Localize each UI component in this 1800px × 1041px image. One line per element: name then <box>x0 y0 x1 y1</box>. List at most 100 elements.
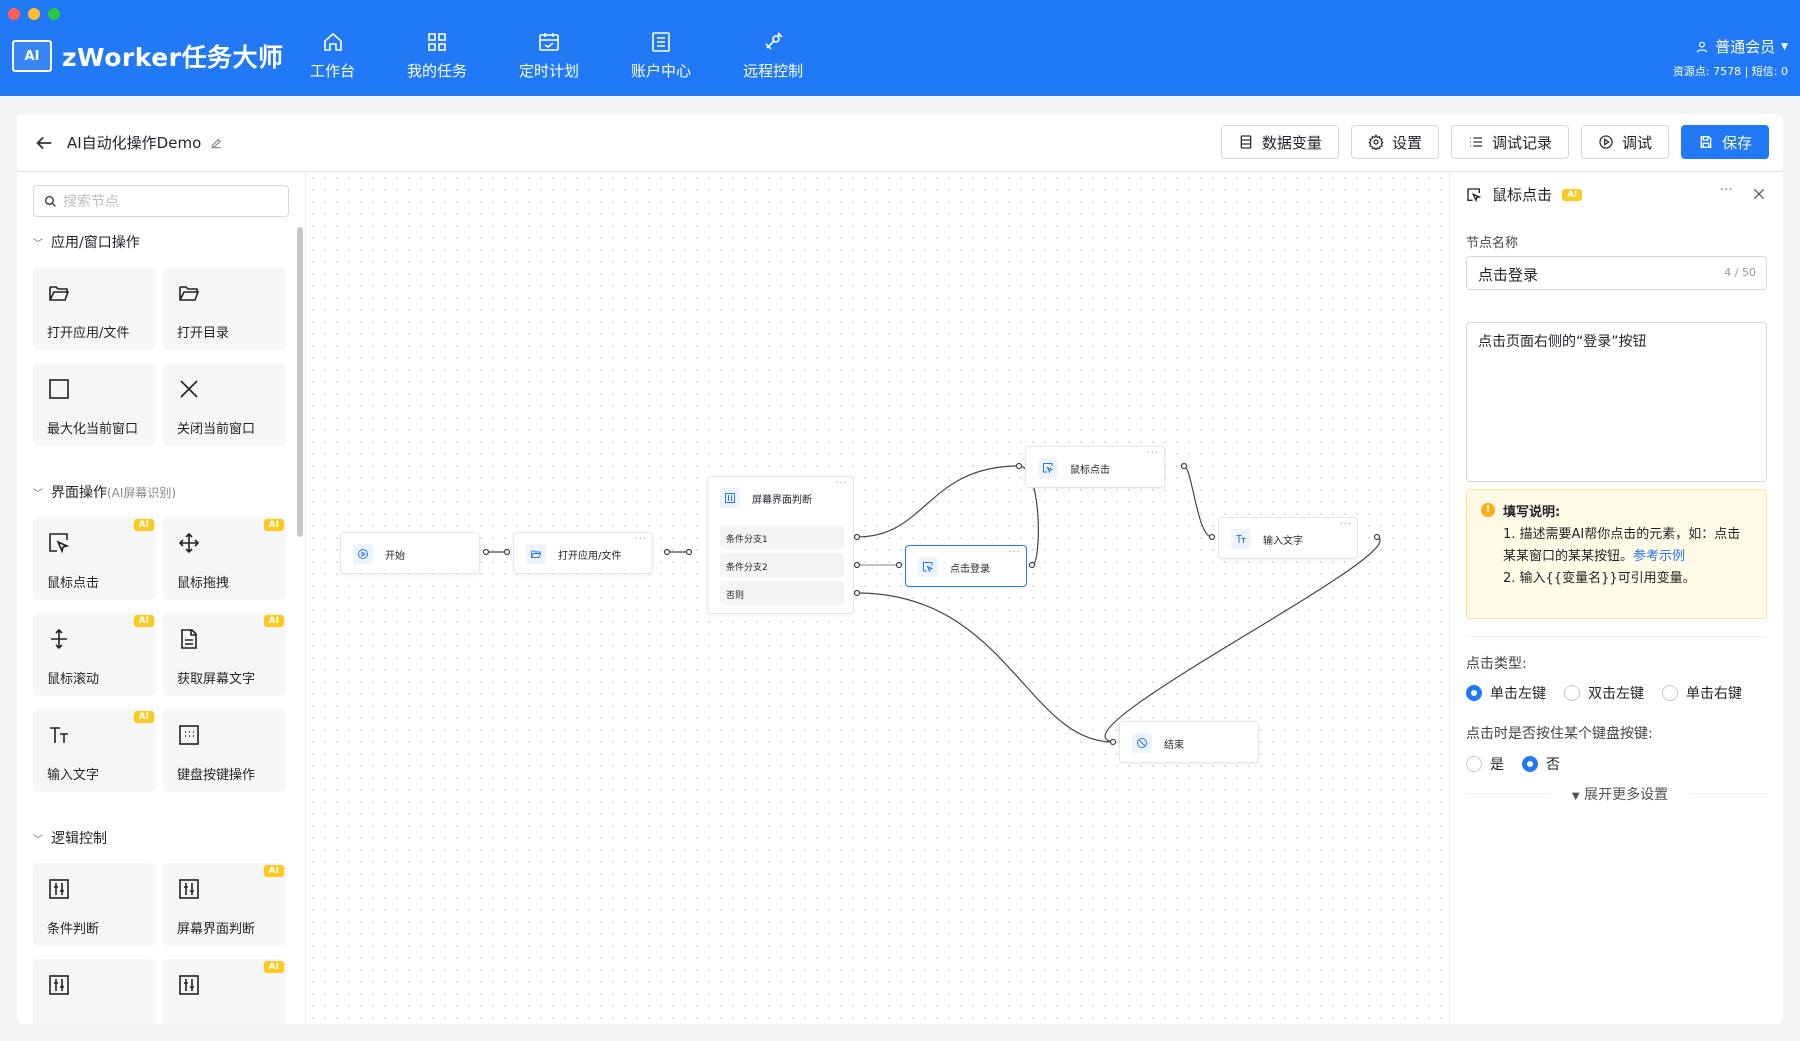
editor-window: AI自动化操作Demo 数据变量 设置 调试记录 调试 保存 搜索节点 ﹀ 应用… <box>17 114 1783 1024</box>
card-label: 最大化当前窗口 <box>47 422 139 437</box>
list-icon <box>1469 137 1482 147</box>
app-logo[interactable]: AI zWorker任务大师 <box>12 38 283 74</box>
settings-button[interactable]: 设置 <box>1350 125 1439 159</box>
home-icon <box>323 32 342 51</box>
flow-node-open-app[interactable]: 打开应用/文件 ··· <box>513 532 653 574</box>
flow-canvas[interactable]: 开始 打开应用/文件 ··· 屏幕界面判断 ··· 条件分支1 条件分支2 否则… <box>307 172 1449 1024</box>
card-label: 鼠标拖拽 <box>177 576 230 591</box>
node-card-keyboard[interactable]: 键盘按键操作 <box>163 709 286 792</box>
flow-node-click-login[interactable]: 点击登录 ··· <box>905 545 1027 587</box>
list-icon <box>652 32 670 52</box>
close-icon[interactable] <box>1751 186 1767 202</box>
node-card-logic-4[interactable]: AI <box>163 959 286 1024</box>
branch-condition-1[interactable]: 条件分支1 <box>720 525 844 549</box>
radio-double-left[interactable]: 双击左键 <box>1564 683 1644 703</box>
branch-else[interactable]: 否则 <box>720 581 844 605</box>
branch-condition-2[interactable]: 条件分支2 <box>720 553 844 577</box>
flow-node-mouse-click[interactable]: 鼠标点击 ··· <box>1025 446 1165 488</box>
save-button[interactable]: 保存 <box>1680 125 1769 159</box>
node-card-open-app[interactable]: 打开应用/文件 <box>33 267 156 350</box>
palette-scrollbar[interactable] <box>297 227 303 537</box>
folder-open-icon <box>179 286 200 301</box>
ai-badge: AI <box>133 519 154 531</box>
flow-node-end[interactable]: 结束 <box>1119 721 1259 763</box>
back-arrow-icon[interactable] <box>33 132 55 154</box>
nav-item-my-tasks[interactable]: 我的任务 <box>407 30 467 81</box>
radio-label: 单击左键 <box>1490 686 1546 702</box>
ai-badge: AI <box>263 865 284 877</box>
node-more-button[interactable]: ··· <box>634 534 647 545</box>
radio-no[interactable]: 否 <box>1522 754 1560 774</box>
keyboard-icon <box>179 725 199 745</box>
expand-more-settings[interactable]: ▼ 展开更多设置 <box>1550 784 1690 804</box>
nav-item-account[interactable]: 账户中心 <box>631 30 691 81</box>
nav-item-workbench[interactable]: 工作台 <box>310 30 355 81</box>
node-name-input[interactable]: 点击登录 4 / 50 <box>1466 256 1767 290</box>
debug-button[interactable]: 调试 <box>1580 125 1669 159</box>
char-count: 4 / 50 <box>1724 266 1756 279</box>
node-card-open-dir[interactable]: 打开目录 <box>163 267 286 350</box>
node-card-mouse-scroll[interactable]: AI 鼠标滚动 <box>33 613 156 696</box>
section-app-window[interactable]: ﹀ 应用/窗口操作 <box>33 232 140 252</box>
node-more-button[interactable]: ··· <box>1008 547 1021 558</box>
user-name: 普通会员 <box>1715 38 1776 56</box>
flow-node-input-text[interactable]: 输入文字 ··· <box>1218 517 1358 559</box>
node-card-screen-judge[interactable]: AI 屏幕界面判断 <box>163 863 286 946</box>
user-menu[interactable]: 普通会员 ▼ 资源点: 7578 | 短信: 0 <box>1673 36 1788 79</box>
nav-item-schedule[interactable]: 定时计划 <box>519 30 579 81</box>
node-palette: 搜索节点 ﹀ 应用/窗口操作 打开应用/文件 打开目录 最大化当前窗口 关闭当前… <box>17 172 306 1024</box>
close-window-button[interactable] <box>8 8 20 20</box>
sliders-icon <box>179 975 199 995</box>
search-input[interactable]: 搜索节点 <box>33 185 289 217</box>
port <box>853 533 861 541</box>
node-card-maximize-window[interactable]: 最大化当前窗口 <box>33 363 156 446</box>
radio-single-right[interactable]: 单击右键 <box>1662 683 1742 703</box>
node-more-button[interactable]: ··· <box>1339 519 1352 530</box>
cursor-click-icon <box>918 557 938 577</box>
port <box>1180 462 1188 470</box>
section-ui-ops[interactable]: ﹀ 界面操作(AI屏幕识别) <box>33 482 176 502</box>
ai-badge: AI <box>133 711 154 723</box>
description-textarea[interactable]: 点击页面右侧的“登录”按钮 <box>1466 322 1767 482</box>
document-title: AI自动化操作Demo <box>67 134 202 152</box>
radio-single-left[interactable]: 单击左键 <box>1466 683 1546 703</box>
port <box>1028 561 1036 569</box>
panel-more-button[interactable]: ··· <box>1720 182 1733 198</box>
button-label: 设置 <box>1391 133 1422 152</box>
node-card-mouse-click[interactable]: AI 鼠标点击 <box>33 517 156 600</box>
data-variables-button[interactable]: 数据变量 <box>1220 125 1339 159</box>
button-label: 调试 <box>1621 133 1652 152</box>
example-link[interactable]: 参考示例 <box>1633 549 1685 564</box>
node-card-close-window[interactable]: 关闭当前窗口 <box>163 363 286 446</box>
node-more-button[interactable]: ··· <box>835 478 848 489</box>
minimize-window-button[interactable] <box>28 8 40 20</box>
debug-log-button[interactable]: 调试记录 <box>1450 125 1569 159</box>
section-logic[interactable]: ﹀ 逻辑控制 <box>33 828 107 848</box>
folder-open-icon <box>49 286 70 301</box>
node-card-get-screen-text[interactable]: AI 获取屏幕文字 <box>163 613 286 696</box>
scroll-icon <box>51 628 67 650</box>
port <box>663 548 671 556</box>
node-more-button[interactable]: ··· <box>1146 448 1159 459</box>
node-card-logic-3[interactable] <box>33 959 156 1024</box>
node-card-condition[interactable]: 条件判断 <box>33 863 156 946</box>
card-label: 鼠标点击 <box>47 576 100 591</box>
port <box>503 548 511 556</box>
flow-node-screen-judge[interactable]: 屏幕界面判断 ··· 条件分支1 条件分支2 否则 <box>707 476 854 614</box>
button-label: 调试记录 <box>1491 133 1552 152</box>
flow-node-start[interactable]: 开始 <box>340 532 480 574</box>
node-card-input-text[interactable]: AI 输入文字 <box>33 709 156 792</box>
node-label: 鼠标点击 <box>1070 465 1110 476</box>
node-card-mouse-drag[interactable]: AI 鼠标拖拽 <box>163 517 286 600</box>
sliders-icon <box>179 879 199 899</box>
edit-pencil-icon[interactable] <box>209 136 223 150</box>
instruction-tip: ! 填写说明: 1. 描述需要AI帮你点击的元素，如：点击某某窗口的某某按钮。参… <box>1466 489 1767 619</box>
radio-yes[interactable]: 是 <box>1466 754 1504 774</box>
tip-line-2: 2. 输入{{变量名}}可引用变量。 <box>1503 571 1696 586</box>
nav-label: 工作台 <box>310 62 356 80</box>
nav-label: 账户中心 <box>631 62 692 80</box>
nav-item-remote[interactable]: 远程控制 <box>743 30 803 81</box>
apps-icon <box>428 33 446 51</box>
maximize-window-button[interactable] <box>48 8 60 20</box>
section-subtitle: (AI屏幕识别) <box>107 486 177 500</box>
